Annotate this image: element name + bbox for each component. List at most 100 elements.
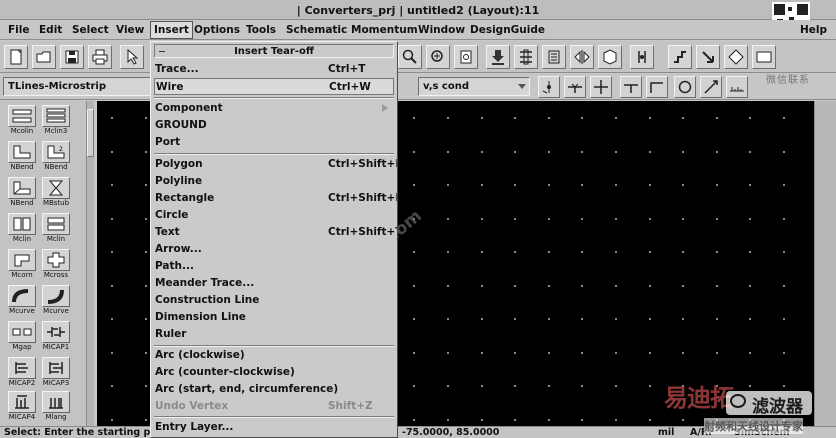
step-icon[interactable] <box>668 45 692 69</box>
palette-item-mcolin[interactable]: Mcolin <box>6 105 38 138</box>
zoom-area-icon[interactable] <box>398 45 422 69</box>
insert-menu-item-dimension-line[interactable]: Dimension Line <box>154 309 394 326</box>
palette-item-mcross[interactable]: Mcross <box>40 249 72 282</box>
new-file-icon[interactable] <box>4 45 28 69</box>
insert-menu-item-arc-counter-clockwise[interactable]: Arc (counter-clockwise) <box>154 364 394 381</box>
palette-item-micap3[interactable]: MICAP3 <box>40 357 72 390</box>
insert-menu-item-rectangle[interactable]: Rectangle Ctrl+Shift+R <box>154 190 397 207</box>
pin-icon[interactable] <box>630 45 654 69</box>
insert-menu-item-ruler[interactable]: Ruler <box>154 326 394 343</box>
grid-point <box>514 184 516 186</box>
insert-menu-item-polygon[interactable]: Polygon Ctrl+Shift+P <box>154 156 397 173</box>
grid-point <box>581 151 583 153</box>
palette-item-nbend-3[interactable]: NBend <box>6 177 38 210</box>
mirror-icon[interactable] <box>598 45 622 69</box>
insert-menu-item-construction-line[interactable]: Construction Line <box>154 292 394 309</box>
diamond-icon[interactable] <box>724 45 748 69</box>
cross-tool-icon[interactable] <box>590 76 612 98</box>
insert-menu-item-undo-vertex[interactable]: Undo Vertex Shift+Z <box>154 398 394 415</box>
menu-designguide[interactable]: DesignGuide <box>470 24 545 36</box>
menu-item-label: Construction Line <box>155 294 260 306</box>
grid-point <box>548 385 550 387</box>
insert-menu-item-entry-layer[interactable]: Entry Layer... <box>154 419 394 436</box>
grid-point <box>481 151 483 153</box>
insert-menu-item-circle[interactable]: Circle <box>154 207 394 224</box>
palette-item-micap1[interactable]: MICAP1 <box>40 321 72 354</box>
palette-scroll-thumb[interactable] <box>87 109 94 157</box>
palette-item-mclin3[interactable]: Mclin3 <box>40 105 72 138</box>
corner-tool-icon[interactable] <box>646 76 668 98</box>
menu-item-label: Trace... <box>155 63 199 75</box>
grid-point <box>111 151 113 153</box>
measure-icon[interactable] <box>700 76 722 98</box>
menu-edit[interactable]: Edit <box>39 24 62 36</box>
download-icon[interactable] <box>486 45 510 69</box>
menu-schematic[interactable]: Schematic <box>286 24 347 36</box>
node-icon[interactable] <box>538 76 560 98</box>
palette-item-mlang[interactable]: Mlang <box>40 391 72 424</box>
menu-file[interactable]: File <box>8 24 30 36</box>
palette-scrollbar[interactable] <box>86 101 94 427</box>
open-folder-icon[interactable] <box>32 45 56 69</box>
insert-menu-item-polyline[interactable]: Polyline <box>154 173 394 190</box>
insert-menu-item-trace[interactable]: Trace... Ctrl+T <box>154 61 394 78</box>
pointer-icon[interactable] <box>120 45 144 69</box>
insert-menu-item-text[interactable]: Text Ctrl+Shift+T <box>154 224 397 241</box>
component-palette: Mcolin Mclin3 NBend 2 NBend NBend MBstub… <box>0 101 94 427</box>
grid-point <box>514 218 516 220</box>
insert-tear-off[interactable]: Insert Tear-off <box>154 44 394 58</box>
grid-point <box>682 285 684 287</box>
insert-menu-item-path[interactable]: Path... <box>154 258 394 275</box>
insert-menu-item-ground[interactable]: GROUND <box>154 117 394 134</box>
insert-menu-item-arrow[interactable]: Arrow... <box>154 241 394 258</box>
menu-view[interactable]: View <box>116 24 144 36</box>
palette-select[interactable]: TLines-Microstrip <box>3 77 151 96</box>
window-icon[interactable] <box>752 45 776 69</box>
insert-menu-item-arc-start-end-circumference[interactable]: Arc (start, end, circumference) <box>154 381 394 398</box>
tee-icon[interactable] <box>564 76 586 98</box>
palette-item-mclin-2[interactable]: Mclin <box>40 213 72 246</box>
save-icon[interactable] <box>60 45 84 69</box>
palette-item-mclin[interactable]: Mclin <box>6 213 38 246</box>
align-icon[interactable] <box>514 45 538 69</box>
palette-item-micap4[interactable]: MICAP4 <box>6 391 38 424</box>
palette-item-nbend[interactable]: NBend <box>6 141 38 174</box>
condition-select[interactable]: v,s cond <box>418 77 530 96</box>
insert-menu-item-port[interactable]: Port <box>154 134 394 151</box>
grid-point <box>145 184 147 186</box>
insert-menu-item-wire[interactable]: Wire Ctrl+W <box>154 78 394 95</box>
menu-help[interactable]: Help <box>800 24 827 36</box>
grid-point <box>548 117 550 119</box>
insert-menu-item-component[interactable]: Component <box>154 100 394 117</box>
palette-item-mcurve[interactable]: Mcurve <box>6 285 38 318</box>
menu-window[interactable]: Window <box>418 24 465 36</box>
insert-menu-item-meander-trace[interactable]: Meander Trace... <box>154 275 394 292</box>
menu-momentum[interactable]: Momentum <box>351 24 418 36</box>
grid-point <box>615 251 617 253</box>
canvas-vertical-scrollbar[interactable] <box>814 101 836 426</box>
palette-item-mcurve-2[interactable]: Mcurve <box>40 285 72 318</box>
zoom-fit-icon[interactable] <box>426 45 450 69</box>
circle-tool-icon[interactable] <box>674 76 696 98</box>
menu-insert[interactable]: Insert <box>150 21 193 39</box>
print-icon[interactable] <box>88 45 112 69</box>
menu-select[interactable]: Select <box>72 24 109 36</box>
grid-point <box>649 184 651 186</box>
component-icon[interactable] <box>454 45 478 69</box>
palette-item-mbstub[interactable]: MBstub <box>40 177 72 210</box>
menu-options[interactable]: Options <box>194 24 240 36</box>
palette-item-mcorn[interactable]: Mcorn <box>6 249 38 282</box>
palette-item-nbend-2[interactable]: 2 NBend <box>40 141 72 174</box>
grid-point <box>413 184 415 186</box>
bracket-icon[interactable] <box>542 45 566 69</box>
insert-menu-item-arc-clockwise[interactable]: Arc (clockwise) <box>154 347 394 364</box>
palette-item-micap2[interactable]: MICAP2 <box>6 357 38 390</box>
arrow-icon[interactable] <box>696 45 720 69</box>
flip-icon[interactable] <box>570 45 594 69</box>
line-h-icon[interactable] <box>620 76 642 98</box>
grid-point <box>783 218 785 220</box>
ruler-tool-icon[interactable] <box>726 76 748 98</box>
grid-point <box>548 184 550 186</box>
menu-tools[interactable]: Tools <box>246 24 276 36</box>
palette-item-mgap[interactable]: Mgap <box>6 321 38 354</box>
